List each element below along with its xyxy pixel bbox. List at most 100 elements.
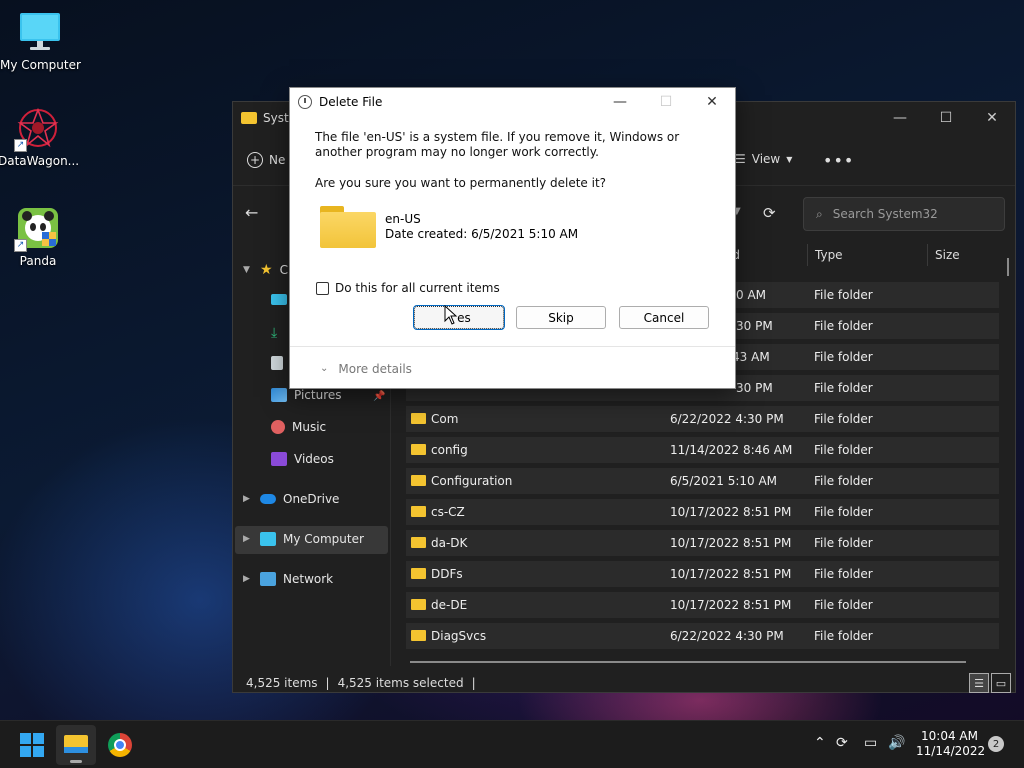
desktop-icon-datawagon[interactable]: ↗ DataWagon... bbox=[0, 106, 80, 168]
file-row-name: da-DK bbox=[431, 536, 468, 550]
folder-icon bbox=[411, 568, 426, 579]
file-row[interactable]: DDFs 10/17/2022 8:51 PM File folder bbox=[406, 561, 999, 587]
monitor-icon bbox=[18, 10, 62, 54]
file-row[interactable]: Com 6/22/2022 4:30 PM File folder bbox=[406, 406, 999, 432]
nav-item-music[interactable]: Music bbox=[271, 420, 326, 434]
taskbar-file-explorer[interactable] bbox=[56, 725, 96, 765]
nav-item-videos[interactable]: Videos bbox=[271, 452, 334, 466]
details-view-icon[interactable]: ☰ bbox=[969, 673, 989, 693]
file-row[interactable]: de-DE 10/17/2022 8:51 PM File folder bbox=[406, 592, 999, 618]
desktop-icon-panda[interactable]: ↗ Panda bbox=[0, 206, 78, 268]
close-button[interactable]: ✕ bbox=[689, 88, 735, 116]
view-button[interactable]: ☰ View ▼ bbox=[735, 152, 792, 166]
shortcut-arrow-icon: ↗ bbox=[14, 239, 27, 252]
chevron-down-icon: ⌄ bbox=[320, 363, 329, 374]
file-row[interactable]: config 11/14/2022 8:46 AM File folder bbox=[406, 437, 999, 463]
search-icon: ⌕ bbox=[816, 206, 823, 221]
yes-button[interactable]: es bbox=[413, 305, 505, 330]
videos-icon bbox=[271, 452, 287, 466]
file-row[interactable]: Configuration 6/5/2021 5:10 AM File folder bbox=[406, 468, 999, 494]
column-divider[interactable] bbox=[807, 244, 808, 266]
column-divider[interactable] bbox=[927, 244, 928, 266]
tiles-view-icon[interactable]: ▭ bbox=[991, 673, 1011, 693]
dialog-titlebar[interactable]: Delete File — ☐ ✕ bbox=[290, 88, 735, 116]
file-row-type: File folder bbox=[814, 474, 873, 488]
file-row-date: 10/17/2022 8:51 PM bbox=[670, 598, 792, 612]
vertical-scrollbar[interactable] bbox=[1007, 258, 1009, 276]
nav-item-downloads[interactable]: ⤓ bbox=[271, 325, 277, 341]
file-row[interactable]: cs-CZ 10/17/2022 8:51 PM File folder bbox=[406, 499, 999, 525]
clock-date: 11/14/2022 bbox=[916, 744, 986, 758]
file-row-type: File folder bbox=[814, 629, 873, 643]
file-row-date: 6/5/2021 5:10 AM bbox=[670, 474, 778, 488]
volume-icon[interactable]: 🔊 bbox=[888, 735, 905, 751]
nav-item-label: Pictures bbox=[294, 388, 342, 402]
dialog-title: Delete File bbox=[319, 95, 383, 109]
nav-item-label: OneDrive bbox=[283, 492, 340, 506]
desktop-icon-my-computer[interactable]: My Computer bbox=[0, 10, 81, 72]
folder-icon bbox=[320, 206, 376, 248]
file-name: en-US bbox=[385, 212, 421, 226]
cancel-button[interactable]: Cancel bbox=[619, 306, 709, 329]
nav-item-desktop[interactable] bbox=[271, 294, 287, 305]
nav-item-documents[interactable] bbox=[271, 356, 283, 370]
file-row-type: File folder bbox=[814, 288, 873, 302]
file-row-name: config bbox=[431, 443, 468, 457]
network-icon[interactable]: ▭ bbox=[864, 735, 877, 751]
datawagon-icon: ↗ bbox=[14, 106, 60, 152]
checkbox-box[interactable] bbox=[316, 281, 329, 295]
chrome-icon bbox=[108, 733, 132, 757]
more-options-button[interactable]: ••• bbox=[823, 151, 854, 170]
minimize-button[interactable]: — bbox=[597, 88, 643, 116]
file-row-date: 10/17/2022 8:51 PM bbox=[670, 567, 792, 581]
onedrive-icon bbox=[260, 494, 276, 504]
folder-icon bbox=[411, 506, 426, 517]
cancel-button-label: Cancel bbox=[643, 310, 685, 325]
nav-item-my-computer[interactable]: ▶ My Computer bbox=[243, 532, 364, 546]
refresh-icon[interactable]: ⟳ bbox=[763, 204, 776, 222]
checkbox-label: Do this for all current items bbox=[335, 281, 500, 295]
taskbar: ⌃ ⟳ ▭ 🔊 10:04 AM 11/14/2022 2 bbox=[0, 720, 1024, 768]
apply-to-all-checkbox[interactable]: Do this for all current items bbox=[316, 281, 500, 295]
nav-item-onedrive[interactable]: ▶ OneDrive bbox=[243, 492, 339, 506]
chevron-right-icon: ▶ bbox=[243, 494, 250, 504]
clock-icon bbox=[298, 95, 312, 109]
nav-item-label: Network bbox=[283, 572, 334, 586]
taskbar-chrome[interactable] bbox=[100, 725, 140, 765]
new-button-label: Ne bbox=[269, 152, 286, 167]
clock[interactable]: 10:04 AM 11/14/2022 bbox=[916, 729, 986, 759]
pin-icon[interactable]: 📌 bbox=[373, 391, 385, 402]
file-row-date: 10/17/2022 8:51 PM bbox=[670, 505, 792, 519]
file-row[interactable]: da-DK 10/17/2022 8:51 PM File folder bbox=[406, 530, 999, 556]
notification-badge[interactable]: 2 bbox=[988, 736, 1004, 752]
close-button[interactable]: ✕ bbox=[969, 103, 1015, 133]
new-button[interactable]: + Ne bbox=[247, 151, 286, 168]
plus-icon: + bbox=[247, 151, 263, 168]
view-button-label: View bbox=[751, 152, 781, 166]
column-header-type[interactable]: Type bbox=[815, 248, 843, 262]
chevron-down-icon: ▼ bbox=[786, 154, 793, 164]
maximize-button[interactable]: ☐ bbox=[923, 103, 969, 133]
status-divider: | bbox=[325, 676, 330, 690]
start-button[interactable] bbox=[20, 733, 44, 757]
desktop-icon-label: DataWagon... bbox=[0, 154, 80, 168]
more-details-label: More details bbox=[338, 361, 412, 376]
file-row-type: File folder bbox=[814, 412, 873, 426]
minimize-button[interactable]: — bbox=[877, 103, 923, 133]
maximize-button: ☐ bbox=[659, 94, 673, 110]
sync-icon[interactable]: ⟳ bbox=[836, 735, 848, 751]
nav-item-pictures[interactable]: Pictures bbox=[271, 388, 342, 402]
nav-item-quick-access[interactable]: ▼ ★ C bbox=[243, 262, 288, 278]
folder-icon bbox=[411, 537, 426, 548]
file-row[interactable]: DiagSvcs 6/22/2022 4:30 PM File folder bbox=[406, 623, 999, 649]
file-date-created: Date created: 6/5/2021 5:10 AM bbox=[385, 227, 579, 241]
nav-item-network[interactable]: ▶ Network bbox=[243, 572, 333, 586]
back-arrow-icon[interactable]: ← bbox=[245, 203, 258, 222]
more-details-toggle[interactable]: ⌄ More details bbox=[290, 346, 735, 390]
column-header-size[interactable]: Size bbox=[935, 248, 960, 262]
show-hidden-icons-button[interactable]: ⌃ bbox=[814, 735, 826, 751]
skip-button[interactable]: Skip bbox=[516, 306, 606, 329]
network-icon bbox=[260, 572, 276, 586]
search-input[interactable]: ⌕ Search System32 bbox=[803, 197, 1005, 231]
horizontal-scrollbar[interactable] bbox=[410, 661, 966, 663]
